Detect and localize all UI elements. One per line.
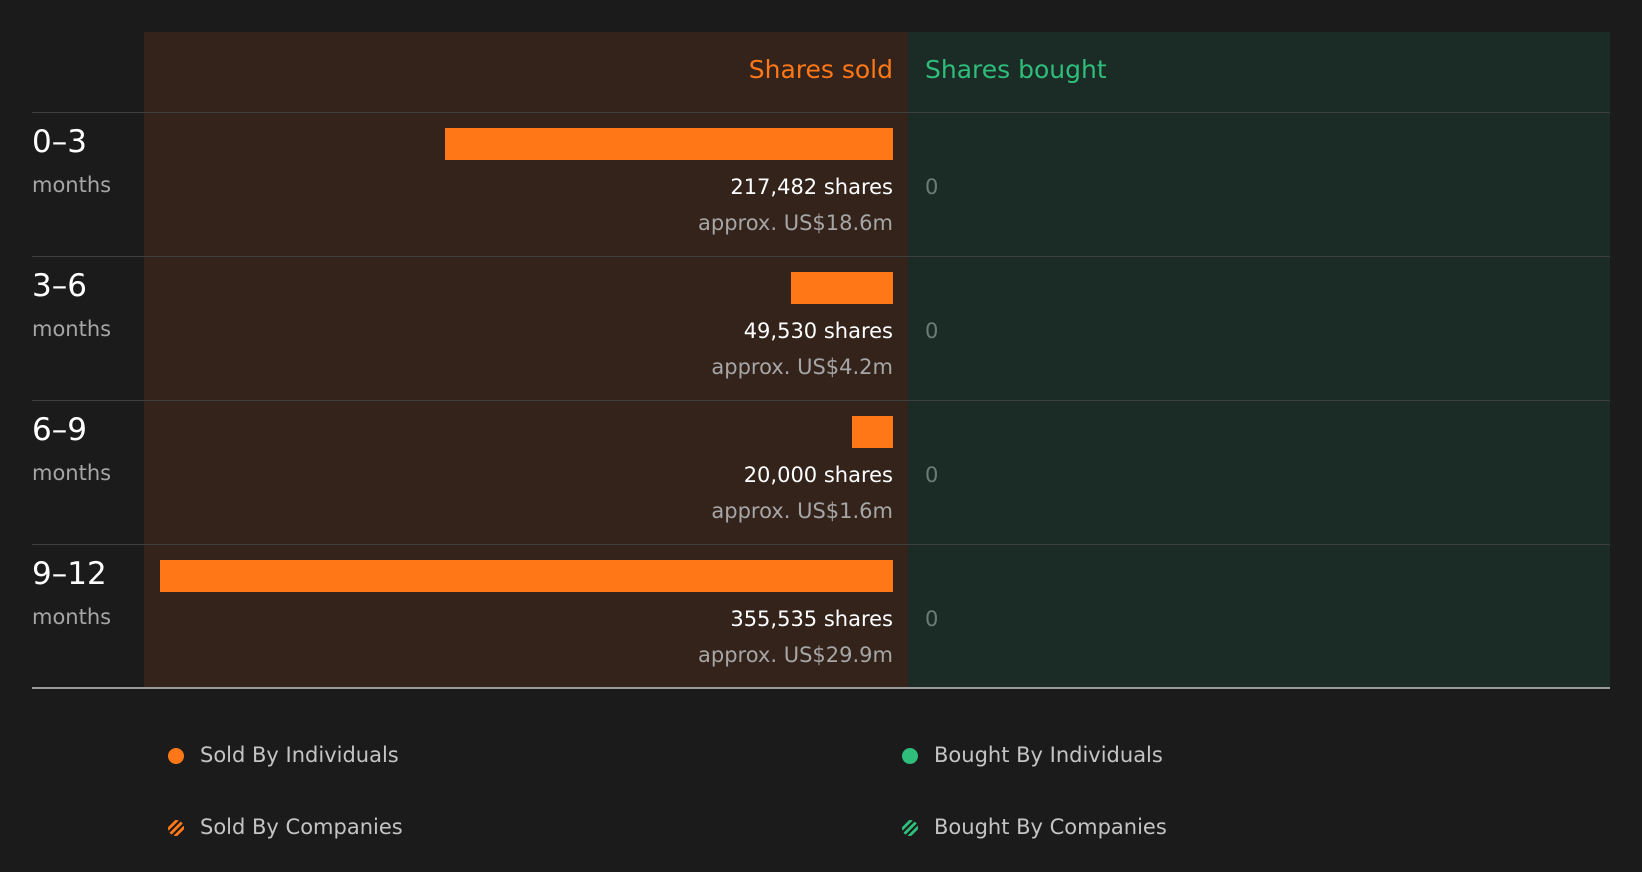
row-range-label: 6–9 <box>32 412 87 448</box>
legend-label: Bought By Individuals <box>934 743 1163 767</box>
row-unit-label: months <box>32 173 112 197</box>
solid-swatch-icon <box>168 748 184 764</box>
row-4: 9–12 months 355,535 shares approx. US$29.9m… <box>0 545 1642 689</box>
row-range-label: 9–12 <box>32 556 107 592</box>
shares-bought-header: Shares bought <box>925 55 1107 84</box>
sold-value-label: approx. US$29.9m <box>698 643 893 667</box>
row-range-label: 3–6 <box>32 268 87 304</box>
hatched-swatch-icon <box>902 820 918 836</box>
sold-value-label: approx. US$4.2m <box>711 355 893 379</box>
sold-shares-label: 217,482 shares <box>730 175 893 199</box>
sold-bar[interactable] <box>160 560 893 592</box>
sold-value-label: approx. US$18.6m <box>698 211 893 235</box>
bought-shares-label: 0 <box>925 175 939 199</box>
legend-label: Sold By Individuals <box>200 743 399 767</box>
chart-baseline <box>32 687 1610 689</box>
bought-shares-label: 0 <box>925 463 939 487</box>
row-unit-label: months <box>32 461 112 485</box>
sold-shares-label: 49,530 shares <box>743 319 893 343</box>
row-2: 3–6 months 49,530 shares approx. US$4.2m 0 <box>0 257 1642 401</box>
bought-shares-label: 0 <box>925 319 939 343</box>
sold-bar[interactable] <box>852 416 893 448</box>
sold-bar[interactable] <box>791 272 893 304</box>
solid-swatch-icon <box>902 748 918 764</box>
row-range-label: 0–3 <box>32 124 87 160</box>
sold-shares-label: 355,535 shares <box>730 607 893 631</box>
sold-value-label: approx. US$1.6m <box>711 499 893 523</box>
bought-shares-label: 0 <box>925 607 939 631</box>
hatched-swatch-icon <box>168 820 184 836</box>
row-1: 0–3 months 217,482 shares approx. US$18.6m 0 <box>0 113 1642 257</box>
sold-shares-label: 20,000 shares <box>743 463 893 487</box>
shares-sold-header: Shares sold <box>748 55 893 84</box>
legend-label: Bought By Companies <box>934 815 1167 839</box>
legend-label: Sold By Companies <box>200 815 403 839</box>
row-3: 6–9 months 20,000 shares approx. US$1.6m 0 <box>0 401 1642 545</box>
row-unit-label: months <box>32 605 112 629</box>
sold-bar[interactable] <box>445 128 893 160</box>
row-unit-label: months <box>32 317 112 341</box>
